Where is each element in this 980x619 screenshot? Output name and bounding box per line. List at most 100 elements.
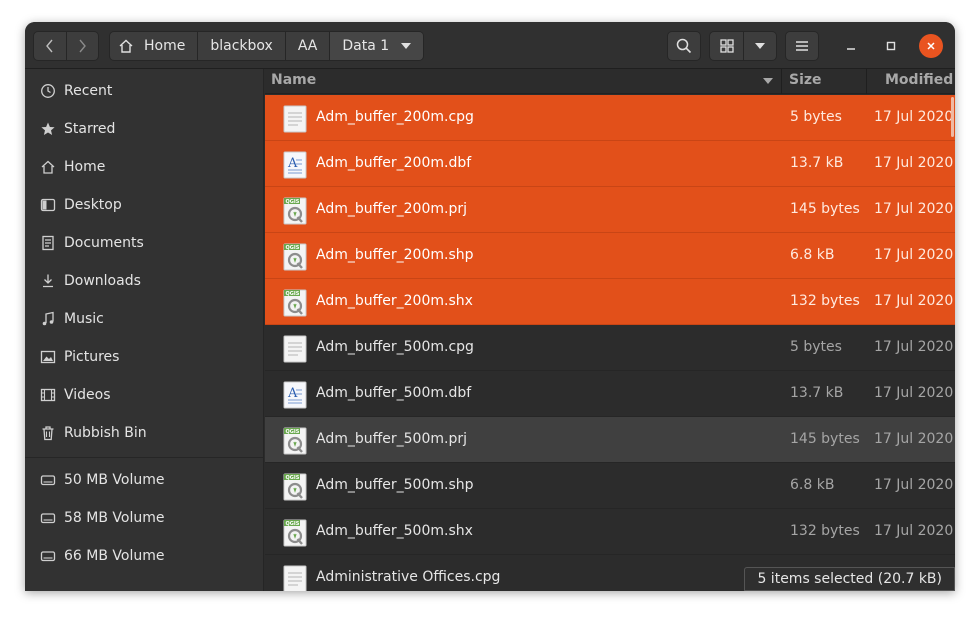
breadcrumb-label: Data 1	[342, 38, 390, 54]
sidebar-item-volume-58mb[interactable]: 58 MB Volume	[25, 500, 263, 536]
sidebar-item-documents[interactable]: Documents	[25, 225, 263, 261]
sidebar: Recent Starred Home Desktop Documents Do…	[25, 69, 264, 591]
qgis-file-icon: QGIS	[283, 243, 307, 271]
navigation-buttons	[33, 31, 99, 61]
sidebar-item-label: 58 MB Volume	[64, 510, 165, 526]
sidebar-item-recent[interactable]: Recent	[25, 73, 263, 109]
column-size-header[interactable]: Size	[789, 72, 822, 88]
svg-text:QGIS: QGIS	[286, 475, 300, 481]
sidebar-item-label: Documents	[64, 235, 144, 251]
file-row[interactable]: Adm_buffer_200m.cpg 5 bytes 17 Jul 2020	[265, 95, 955, 141]
file-row[interactable]: A Adm_buffer_500m.dbf 13.7 kB 17 Jul 2020	[265, 371, 955, 417]
sidebar-item-volume-66mb[interactable]: 66 MB Volume	[25, 538, 263, 574]
sidebar-item-label: Home	[64, 159, 106, 175]
text-file-icon	[283, 565, 307, 591]
file-size: 13.7 kB	[790, 155, 844, 171]
file-row[interactable]: QGIS Adm_buffer_200m.prj 145 bytes 17 Jul 2…	[265, 187, 955, 233]
file-modified: 17 Jul 2020	[874, 247, 954, 263]
column-header: Name Size Modified	[265, 69, 955, 94]
menu-button[interactable]	[785, 31, 819, 61]
drive-icon	[39, 509, 57, 527]
qgis-file-icon: QGIS	[283, 427, 307, 455]
file-name: Adm_buffer_500m.dbf	[316, 385, 472, 401]
column-name-header[interactable]: Name	[271, 72, 316, 88]
file-size: 6.8 kB	[790, 477, 835, 493]
file-name: Adm_buffer_500m.shx	[316, 523, 473, 539]
minimize-icon	[847, 48, 855, 50]
file-modified: 17 Jul 2020	[874, 293, 954, 309]
file-size: 5 bytes	[790, 339, 842, 355]
svg-text:QGIS: QGIS	[286, 429, 300, 435]
star-icon	[39, 120, 57, 138]
file-modified: 17 Jul 2020	[874, 109, 954, 125]
sidebar-item-label: 50 MB Volume	[64, 472, 165, 488]
file-row[interactable]: QGIS Adm_buffer_200m.shp 6.8 kB 17 Jul 2020	[265, 233, 955, 279]
breadcrumb-label: blackbox	[210, 38, 273, 54]
breadcrumb-label: Home	[144, 38, 186, 54]
grid-view-button[interactable]	[710, 32, 744, 60]
file-list: Name Size Modified Adm_buffer_200m.cpg 5 …	[265, 69, 955, 591]
minimize-button[interactable]	[839, 34, 863, 58]
chevron-left-icon	[46, 39, 53, 53]
file-row[interactable]: QGIS Adm_buffer_500m.prj 145 bytes 17 Jul 2…	[265, 417, 955, 463]
scrollbar-thumb[interactable]	[951, 97, 954, 137]
header-bar: Home blackbox AA Data 1	[25, 22, 955, 69]
breadcrumb-current-folder[interactable]: Data 1	[330, 32, 424, 60]
sidebar-item-pictures[interactable]: Pictures	[25, 339, 263, 375]
file-size: 132 bytes	[790, 293, 860, 309]
file-modified: 17 Jul 2020	[874, 523, 954, 539]
qgis-file-icon: QGIS	[283, 473, 307, 501]
sidebar-item-videos[interactable]: Videos	[25, 377, 263, 413]
sidebar-item-starred[interactable]: Starred	[25, 111, 263, 147]
breadcrumb-aa[interactable]: AA	[286, 32, 331, 60]
file-modified: 17 Jul 2020	[874, 477, 954, 493]
file-size: 145 bytes	[790, 431, 860, 447]
maximize-button[interactable]	[879, 34, 903, 58]
file-name: Adm_buffer_200m.shx	[316, 293, 473, 309]
dropdown-arrow-icon	[401, 43, 412, 49]
sidebar-item-home[interactable]: Home	[25, 149, 263, 185]
sidebar-item-label: Starred	[64, 121, 116, 137]
sidebar-item-downloads[interactable]: Downloads	[25, 263, 263, 299]
file-row[interactable]: QGIS Adm_buffer_200m.shx 132 bytes 17 Jul 2…	[265, 279, 955, 325]
picture-icon	[39, 348, 57, 366]
document-file-icon: A	[283, 381, 307, 409]
close-button[interactable]	[919, 34, 943, 58]
sidebar-item-desktop[interactable]: Desktop	[25, 187, 263, 223]
qgis-file-icon: QGIS	[283, 289, 307, 317]
sidebar-item-rubbish-bin[interactable]: Rubbish Bin	[25, 415, 263, 451]
breadcrumb-blackbox[interactable]: blackbox	[198, 32, 286, 60]
file-modified: 17 Jul 2020	[874, 431, 954, 447]
forward-button[interactable]	[65, 32, 98, 60]
text-file-icon	[283, 105, 307, 133]
breadcrumb-home[interactable]: Home	[110, 32, 199, 60]
sidebar-item-label: 66 MB Volume	[64, 548, 165, 564]
file-row[interactable]: QGIS Adm_buffer_500m.shx 132 bytes 17 Jul 2…	[265, 509, 955, 555]
text-file-icon	[283, 335, 307, 363]
clock-icon	[39, 82, 57, 100]
sidebar-item-music[interactable]: Music	[25, 301, 263, 337]
file-name: Adm_buffer_500m.shp	[316, 477, 474, 493]
back-button[interactable]	[34, 32, 66, 60]
file-row[interactable]: QGIS Adm_buffer_500m.shp 6.8 kB 17 Jul 2020	[265, 463, 955, 509]
sort-descending-icon[interactable]	[763, 78, 773, 84]
grid-icon	[719, 39, 734, 53]
search-button[interactable]	[667, 31, 701, 61]
trash-icon	[39, 424, 57, 442]
file-modified: 17 Jul 2020	[874, 385, 954, 401]
column-modified-header[interactable]: Modified	[885, 72, 953, 88]
file-modified: 17 Jul 2020	[874, 155, 954, 171]
download-icon	[39, 272, 57, 290]
file-row[interactable]: A Adm_buffer_200m.dbf 13.7 kB 17 Jul 2020	[265, 141, 955, 187]
sidebar-item-volume-50mb[interactable]: 50 MB Volume	[25, 462, 263, 498]
view-mode-group	[709, 31, 777, 61]
view-options-button[interactable]	[744, 32, 776, 60]
sidebar-item-label: Recent	[64, 83, 113, 99]
file-row[interactable]: Adm_buffer_500m.cpg 5 bytes 17 Jul 2020	[265, 325, 955, 371]
sidebar-item-label: Videos	[64, 387, 111, 403]
drive-icon	[39, 547, 57, 565]
maximize-icon	[886, 41, 896, 51]
svg-text:QGIS: QGIS	[286, 521, 300, 527]
file-size: 145 bytes	[790, 201, 860, 217]
video-icon	[39, 386, 57, 404]
